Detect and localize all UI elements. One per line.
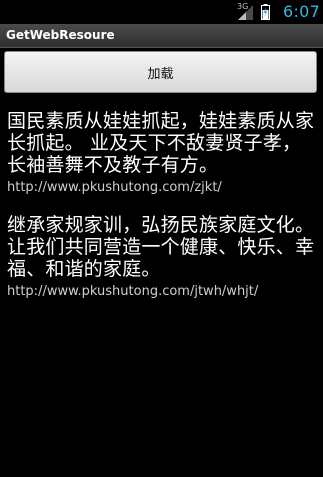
article-text: 继承家规家训，弘扬民族家庭文化。 让我们共同营造一个健康、快乐、幸福、和谐的家庭… bbox=[7, 214, 315, 280]
article-url[interactable]: http://www.pkushutong.com/zjkt/ bbox=[7, 180, 319, 196]
article-text: 国民素质从娃娃抓起，娃娃素质从家长抓起。 业及天下不敌妻贤子孝，长袖善舞不及教子… bbox=[7, 110, 315, 176]
load-button[interactable]: 加载 bbox=[4, 51, 317, 93]
status-bar: 3G 6:07 bbox=[0, 0, 323, 24]
clock-time: 6:07 bbox=[283, 2, 321, 21]
title-bar: GetWebResoure bbox=[0, 24, 323, 48]
app-title: GetWebResoure bbox=[6, 28, 115, 42]
article-url[interactable]: http://www.pkushutong.com/jtwh/whjt/ bbox=[7, 284, 319, 300]
app-screen: 3G 6:07 GetWebResoure 加载 国民素质从娃娃抓起，娃娃素质从… bbox=[0, 0, 323, 477]
signal-icon bbox=[238, 5, 253, 20]
article-item[interactable]: 国民素质从娃娃抓起，娃娃素质从家长抓起。 业及天下不敌妻贤子孝，长袖善舞不及教子… bbox=[7, 110, 319, 196]
load-button-label: 加载 bbox=[147, 66, 174, 82]
article-item[interactable]: 继承家规家训，弘扬民族家庭文化。 让我们共同营造一个健康、快乐、幸福、和谐的家庭… bbox=[7, 214, 319, 300]
battery-icon bbox=[261, 4, 270, 20]
